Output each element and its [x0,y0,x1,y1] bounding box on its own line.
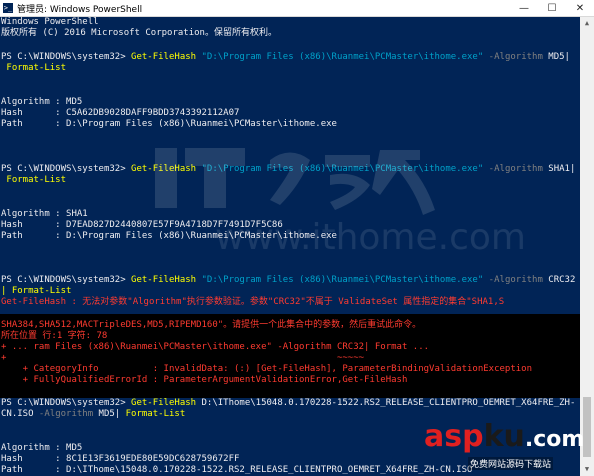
prompt: PS C:\WINDOWS\system32> [1,275,132,285]
close-icon: ✕ [575,2,585,14]
minimize-icon: — [519,2,529,14]
output-algorithm: Algorithm : MD5 [1,443,83,453]
window-title: 管理员: Windows PowerShell [17,4,143,15]
format-list-cmdlet: Format-List [120,409,186,419]
path-argument: D:\IThome\15048.0.170228-1522.RS2_RELEAS… [196,398,576,408]
banner-line: Windows PowerShell [1,17,99,27]
cmdlet: Get-FileHash [131,164,197,174]
error-caret: + ~~~~~ [1,353,365,363]
error-category: + CategoryInfo : InvalidData: (:) [Get-F… [1,364,533,374]
close-button[interactable]: ✕ [566,0,594,16]
output-hash: Hash : C5A62DB9028DAFF9BDD3743392112A07 [1,108,240,118]
path-argument: CN.ISO [1,409,34,419]
output-algorithm: Algorithm : MD5 [1,97,83,107]
prompt: PS C:\WINDOWS\system32> [1,398,132,408]
parameter-value: MD5| [542,52,570,62]
command-line: PS C:\WINDOWS\system32> Get-FileHash "D:… [1,52,570,63]
maximize-icon: ☐ [547,2,557,14]
output-path: Path : D:\Program Files (x86)\Ruanmei\PC… [1,231,337,241]
error-id: + FullyQualifiedErrorId : ParameterArgum… [1,375,408,385]
output-hash: Hash : D7EAD827D2440807E57F9A4718D7F7491… [1,220,283,230]
cmdlet: Get-FileHash [131,52,197,62]
output-path: Path : D:\Program Files (x86)\Ruanmei\PC… [1,119,337,129]
command-line: PS C:\WINDOWS\system32> Get-FileHash "D:… [1,164,575,175]
maximize-button[interactable]: ☐ [538,0,566,16]
parameter-value: MD5| [93,409,121,419]
output-hash: Hash : 8C1E13F3619EDE80E59DC628759672FF [1,454,240,464]
cmdlet: Get-FileHash [131,398,197,408]
output-path: Path : D:\IThome\15048.0.170228-1522.RS2… [1,465,473,475]
vertical-scrollbar[interactable]: ▲ ▼ [580,17,594,476]
command-continuation: CN.ISO -Algorithm MD5| Format-List [1,409,185,420]
copyright-line: 版权所有 (C) 2016 Microsoft Corporation。保留所有… [1,28,277,38]
scroll-up-arrow-icon[interactable]: ▲ [580,17,594,30]
path-argument: "D:\Program Files (x86)\Ruanmei\PCMaster… [196,275,484,285]
output-algorithm: Algorithm : SHA1 [1,209,88,219]
cmdlet: Get-FileHash [131,275,197,285]
powershell-icon: >_ [3,3,13,13]
prompt: PS C:\WINDOWS\system32> [1,164,132,174]
command-continuation: Format-List [1,175,67,185]
command-continuation: Format-List [1,63,67,73]
path-argument: "D:\Program Files (x86)\Ruanmei\PCMaster… [196,52,484,62]
command-continuation: | Format-List [1,286,72,296]
parameter: -Algorithm [483,275,543,285]
parameter: -Algorithm [33,409,94,419]
parameter: -Algorithm [483,164,543,174]
prompt: PS C:\WINDOWS\system32> [1,52,132,62]
path-argument: "D:\Program Files (x86)\Ruanmei\PCMaster… [196,164,484,174]
console-output[interactable]: Windows PowerShell 版权所有 (C) 2016 Microso… [0,17,580,476]
scroll-thumb[interactable] [583,397,591,457]
parameter: -Algorithm [483,52,543,62]
parameter-value: CRC32 [542,275,576,285]
command-line: PS C:\WINDOWS\system32> Get-FileHash "D:… [1,275,575,286]
error-message: SHA384,SHA512,MACTripleDES,MD5,RIPEMD160… [1,320,422,330]
command-line: PS C:\WINDOWS\system32> Get-FileHash D:\… [1,398,575,409]
title-bar[interactable]: >_ 管理员: Windows PowerShell — ☐ ✕ [0,0,594,17]
parameter-value: SHA1| [542,164,576,174]
error-message: Get-FileHash : 无法对参数"Algorithm"执行参数验证。参数… [1,297,505,307]
error-location: 所在位置 行:1 字符: 78 [1,331,108,341]
minimize-button[interactable]: — [510,0,538,16]
error-command-excerpt: + ... ram Files (x86)\Ruanmei\PCMaster\i… [1,342,430,352]
scroll-down-arrow-icon[interactable]: ▼ [580,463,594,476]
